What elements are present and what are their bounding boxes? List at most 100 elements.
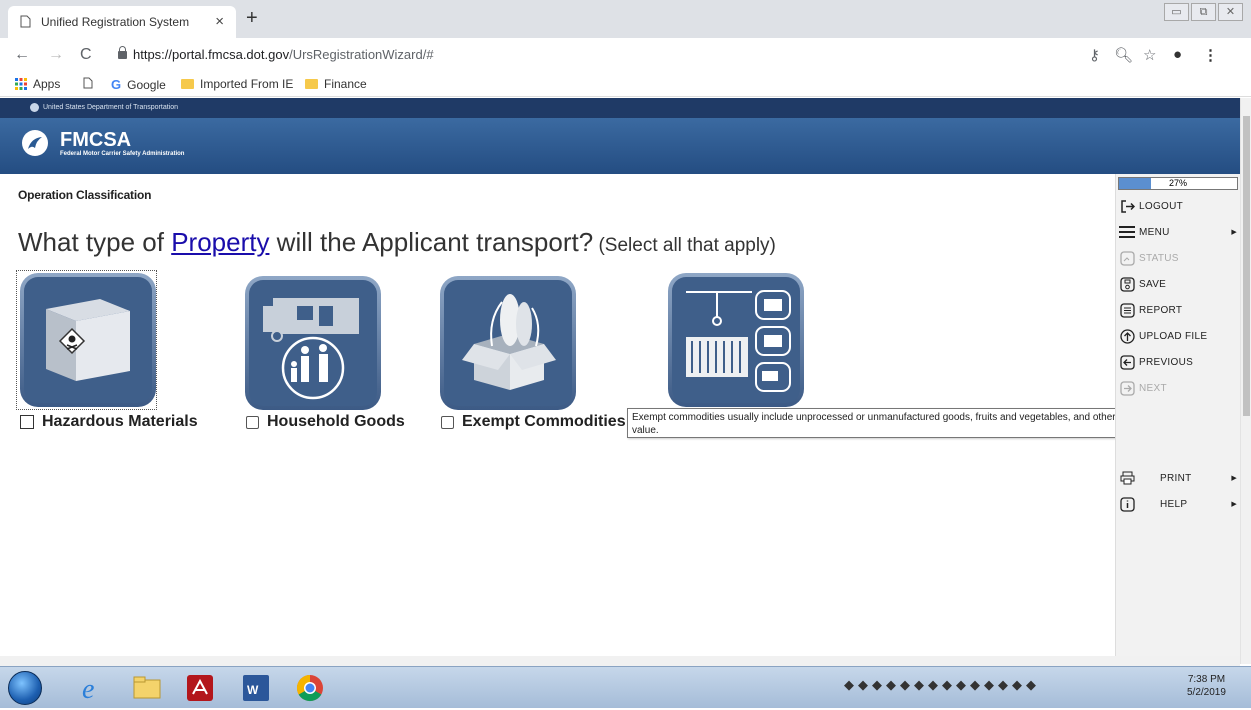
household-goods-option[interactable]: Household Goods [246,413,405,431]
account-icon[interactable]: ● [1173,46,1182,63]
question-hint: (Select all that apply) [593,235,776,256]
reload-icon[interactable]: C [80,46,92,64]
clock[interactable]: 7:38 PM 5/2/2019 [1187,673,1226,699]
logout-icon [1119,198,1135,214]
taskbar-word[interactable]: W [238,671,284,705]
progress-bar: 27% [1118,177,1238,190]
menu-label: LOGOUT [1139,200,1184,212]
browser-tab-strip: Unified Registration System × + ▭ ⧉ ✕ [0,0,1251,38]
close-window-button[interactable]: ✕ [1218,3,1243,21]
option-label: Household Goods [267,413,405,430]
vertical-scrollbar[interactable] [1240,98,1251,664]
option-label: Hazardous Materials [42,413,198,430]
arrow-left-icon [1119,354,1135,370]
page-icon [83,77,93,89]
status-icon [1119,250,1135,266]
household-goods-tile[interactable] [245,276,381,410]
taskbar-explorer[interactable] [128,671,174,705]
bookmark-page[interactable] [83,77,93,89]
browser-tab[interactable]: Unified Registration System × [8,6,236,38]
menu-label: PRINT [1160,472,1192,484]
fmcsa-logo-icon[interactable] [22,130,48,156]
page-question: What type of Property will the Applicant… [18,227,776,258]
maximize-button[interactable]: ⧉ [1191,3,1216,21]
bookmarks-bar: Apps G Google Imported From IE Finance [0,73,1251,97]
zoom-icon[interactable]: 🔍︎ [1114,46,1133,64]
system-tray[interactable]: ◆◆◆◆◆◆◆◆◆◆◆◆◆◆ [844,677,1040,693]
menu-label: UPLOAD FILE [1139,330,1208,342]
scrollbar-thumb[interactable] [1243,116,1250,416]
progress-label: 27% [1168,178,1187,188]
option-label: Exempt Commodities [462,413,626,430]
hazardous-materials-option[interactable]: Hazardous Materials [20,413,198,431]
hazmat-box-icon [46,299,130,381]
status-button[interactable]: STATUS [1116,245,1241,271]
bookmark-google[interactable]: G Google [111,77,166,92]
submenu-arrow-icon: ▶ [1231,229,1237,236]
next-button[interactable]: NEXT [1116,375,1241,401]
report-icon [1119,302,1135,318]
window-controls: ▭ ⧉ ✕ [1162,3,1243,21]
pdf-icon [187,675,213,701]
bookmark-imported-from-ie[interactable]: Imported From IE [181,77,293,91]
previous-button[interactable]: PREVIOUS [1116,349,1241,375]
minimize-button[interactable]: ▭ [1164,3,1189,21]
upload-file-button[interactable]: UPLOAD FILE [1116,323,1241,349]
lock-icon [118,46,127,59]
property-link[interactable]: Property [171,227,269,257]
url-field[interactable]: https://portal.fmcsa.dot.gov/UrsRegistra… [133,47,434,62]
exempt-commodities-option[interactable]: Exempt Commodities [441,413,626,431]
save-button[interactable]: SAVE [1116,271,1241,297]
household-goods-checkbox[interactable] [246,415,259,429]
submenu-arrow-icon: ▶ [1231,501,1237,508]
save-icon [1119,276,1135,292]
more-menu-icon[interactable]: ⋮ [1203,46,1218,64]
info-icon [1119,496,1135,512]
key-icon[interactable]: ⚷ [1089,46,1100,64]
bookmark-label: Imported From IE [200,77,294,91]
report-button[interactable]: REPORT [1116,297,1241,323]
taskbar-ie[interactable]: e [74,671,120,705]
url-path: /UrsRegistrationWizard/# [289,47,434,62]
help-button[interactable]: HELP ▶ [1116,491,1241,517]
dot-seal-icon [30,103,39,112]
svg-text:e: e [82,674,94,705]
hazardous-materials-checkbox[interactable] [20,415,34,429]
taskbar-chrome[interactable] [292,671,338,705]
back-icon[interactable]: ← [14,46,30,64]
menu-button[interactable]: MENU ▶ [1116,219,1241,245]
household-goods-icon [263,298,359,400]
exempt-commodities-tile[interactable] [440,276,576,410]
print-button[interactable]: PRINT ▶ [1116,465,1241,491]
logout-button[interactable]: LOGOUT [1116,193,1241,219]
shipping-container-icon [686,290,791,392]
taskbar: e W ◆◆◆◆◆◆◆◆◆◆◆◆◆◆ 7:38 PM 5/2/2019 [0,666,1251,708]
close-tab-icon[interactable]: × [215,13,224,30]
exempt-commodities-checkbox[interactable] [441,415,454,429]
forward-icon[interactable]: → [48,46,64,64]
bookmark-label: Google [127,77,166,92]
star-icon[interactable]: ☆ [1143,46,1156,64]
hamburger-icon [1119,224,1135,240]
agency-full-name: Federal Motor Carrier Safety Administrat… [60,151,185,157]
start-button[interactable] [8,671,42,705]
bookmark-finance[interactable]: Finance [305,77,367,91]
corn-box-icon [462,294,556,390]
container-tile[interactable] [668,273,804,407]
internet-explorer-icon: e [82,674,94,705]
bookmark-label: Apps [33,77,61,91]
tray-icons: ◆◆◆◆◆◆◆◆◆◆◆◆◆◆ [844,677,1040,692]
dot-label: United States Department of Transportati… [43,104,179,111]
taskbar-acrobat[interactable] [182,671,228,705]
menu-label: HELP [1160,498,1188,510]
folder-icon [181,79,194,89]
horizontal-scrollbar[interactable] [0,656,1240,666]
new-tab-button[interactable]: + [246,7,258,30]
hazardous-materials-tile[interactable] [20,273,156,407]
folder-icon [133,676,161,699]
bookmark-apps[interactable]: Apps [15,77,60,91]
url-host: https://portal.fmcsa.dot.gov [133,47,290,62]
dot-bar: United States Department of Transportati… [0,98,1240,118]
clock-time: 7:38 PM [1187,674,1226,685]
menu-label: SAVE [1139,278,1167,290]
